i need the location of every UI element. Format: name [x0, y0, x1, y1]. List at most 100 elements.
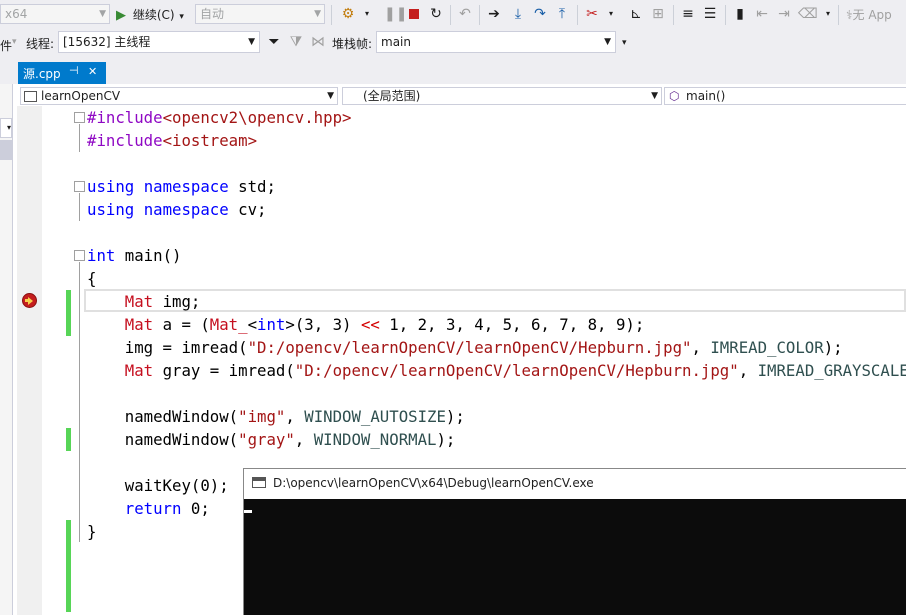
toolbar-separator [331, 5, 332, 25]
continue-button[interactable]: ▶ 继续(C) ▾ [116, 5, 184, 25]
outline-guide [79, 193, 80, 221]
step-over-icon[interactable]: ↷ [532, 6, 548, 22]
code-line-19: } [87, 522, 97, 541]
code-line-17: waitKey(0); [87, 476, 229, 495]
play-icon: ▶ [116, 8, 126, 23]
console-app-icon [252, 477, 266, 488]
project-icon [24, 91, 37, 102]
function-dropdown[interactable]: ⬡ main() [664, 87, 906, 105]
chevron-down-icon[interactable]: ▾ [820, 6, 836, 22]
toolbar-separator [479, 5, 480, 25]
preprocessor-directive: #include [87, 108, 163, 127]
filter-icon[interactable]: ⏷ [266, 34, 282, 50]
chevron-down-icon: ▼ [248, 37, 255, 47]
type-name: Mat [124, 292, 154, 311]
chevron-down-icon[interactable]: ▾ [603, 6, 619, 22]
tab-source-cpp[interactable]: 源.cpp ⊣ ✕ [18, 62, 106, 84]
code-line-4: using namespace std; [87, 175, 276, 198]
clear-bookmarks-icon[interactable]: ⌫ [798, 6, 818, 22]
step-into-icon[interactable]: ⤓ [510, 6, 526, 22]
prev-bookmark-icon[interactable]: ⇤ [754, 6, 770, 22]
outline-collapse-icon[interactable] [74, 112, 85, 123]
string-literal: "img" [238, 407, 286, 426]
breakpoint-current-statement-icon[interactable] [22, 293, 37, 308]
code-text: a = ( [153, 315, 210, 334]
chevron-down-icon: ▾ [12, 37, 17, 47]
code-text: , [294, 430, 314, 449]
restart-icon[interactable]: ↻ [428, 6, 444, 22]
code-text: ); [436, 430, 456, 449]
step-out-icon[interactable]: ⤒ [554, 6, 570, 22]
code-line-7: int main() [87, 244, 181, 267]
project-dropdown[interactable]: learnOpenCV ▼ [20, 87, 338, 105]
stop-icon[interactable] [406, 6, 422, 22]
side-panel-dropdown[interactable]: ▾ [0, 118, 12, 138]
align-icon[interactable]: ≡ [680, 6, 696, 22]
console-title-bar[interactable]: D:\opencv\learnOpenCV\x64\Debug\learnOpe… [244, 469, 906, 499]
hex-display-icon[interactable]: ✂ [584, 6, 600, 22]
expand-callstack-icon[interactable]: ⋈ [310, 34, 326, 50]
next-bookmark-icon[interactable]: ⇥ [776, 6, 792, 22]
code-text: namedWindow( [87, 407, 239, 426]
close-icon[interactable]: ✕ [88, 65, 97, 78]
code-text: std; [228, 177, 276, 196]
no-app-button[interactable]: ⚕无 App [846, 6, 892, 23]
type-name: Mat [124, 315, 154, 334]
stack-frame-dropdown[interactable]: main ▼ [376, 31, 616, 53]
show-next-statement-icon[interactable]: ➔ [486, 6, 502, 22]
code-text: >(3, 3) [285, 315, 361, 334]
outline-collapse-icon[interactable] [74, 250, 85, 261]
pin-icon[interactable]: ⊣ [69, 64, 79, 77]
clear-filter-icon[interactable]: ⧩ [288, 34, 304, 50]
code-line-18: return 0; [87, 497, 210, 520]
thread-dropdown[interactable]: [15632] 主线程 ▼ [58, 31, 260, 53]
stack-frame-value: main [381, 35, 411, 49]
continue-dropdown-icon[interactable]: ▾ [179, 12, 184, 22]
code-text: img; [153, 292, 201, 311]
code-text: 0; [181, 499, 210, 518]
document-tab-strip [0, 60, 906, 84]
keyword: using [87, 177, 135, 196]
flag-icon[interactable]: ⊞ [650, 6, 666, 22]
chevron-down-icon[interactable]: ▾ [359, 6, 375, 22]
threads-icon[interactable]: ⊾ [628, 6, 644, 22]
outline-collapse-icon[interactable] [74, 181, 85, 192]
code-line-1: #include<opencv2\opencv.hpp> [87, 106, 351, 129]
scope-dropdown[interactable]: (全局范围) ▼ [342, 87, 662, 105]
change-indicator [66, 520, 71, 612]
scope-name: (全局范围) [363, 89, 421, 103]
process-icon[interactable]: ⚙ [340, 6, 356, 22]
glyph-margin[interactable] [17, 106, 42, 615]
code-line-12: Mat gray = imread("D:/opencv/learnOpenCV… [87, 359, 906, 382]
pause-icon[interactable]: ❚❚ [384, 6, 407, 22]
thread-label: 线程: [26, 37, 55, 51]
code-text: main() [115, 246, 182, 265]
code-line-2: #include<iostream> [87, 129, 257, 152]
toolbar-overflow-icon[interactable]: ▾ [622, 38, 627, 48]
chevron-down-icon: ▼ [327, 91, 334, 101]
hot-reload-icon[interactable]: ↶ [457, 6, 473, 22]
chevron-down-icon: ▼ [651, 91, 658, 101]
project-name: learnOpenCV [41, 89, 121, 103]
method-cube-icon: ⬡ [669, 89, 680, 103]
platform-value: x64 [5, 7, 28, 21]
bookmark-icon[interactable]: ▮ [732, 6, 748, 22]
code-text: , [738, 361, 758, 380]
preprocessor-directive: #include [87, 131, 163, 150]
operator: << [360, 315, 380, 334]
comment-icon[interactable]: ☰ [702, 6, 718, 22]
string-literal: "D:/opencv/learnOpenCV/learnOpenCV/Hepbu… [294, 361, 739, 380]
code-line-11: img = imread("D:/opencv/learnOpenCV/lear… [87, 336, 843, 359]
no-app-label: 无 App [852, 8, 892, 22]
console-cursor [244, 510, 252, 513]
code-line-9: Mat img; [87, 290, 201, 313]
toolbar-separator [725, 5, 726, 25]
chevron-down-icon: ▼ [604, 37, 611, 47]
console-output[interactable] [244, 499, 906, 615]
side-panel-scroll[interactable] [0, 140, 12, 160]
include-path: <iostream> [162, 131, 258, 150]
auto-dropdown[interactable]: 自动 ▼ [195, 4, 325, 24]
platform-dropdown[interactable]: x64 ▼ [0, 4, 110, 24]
